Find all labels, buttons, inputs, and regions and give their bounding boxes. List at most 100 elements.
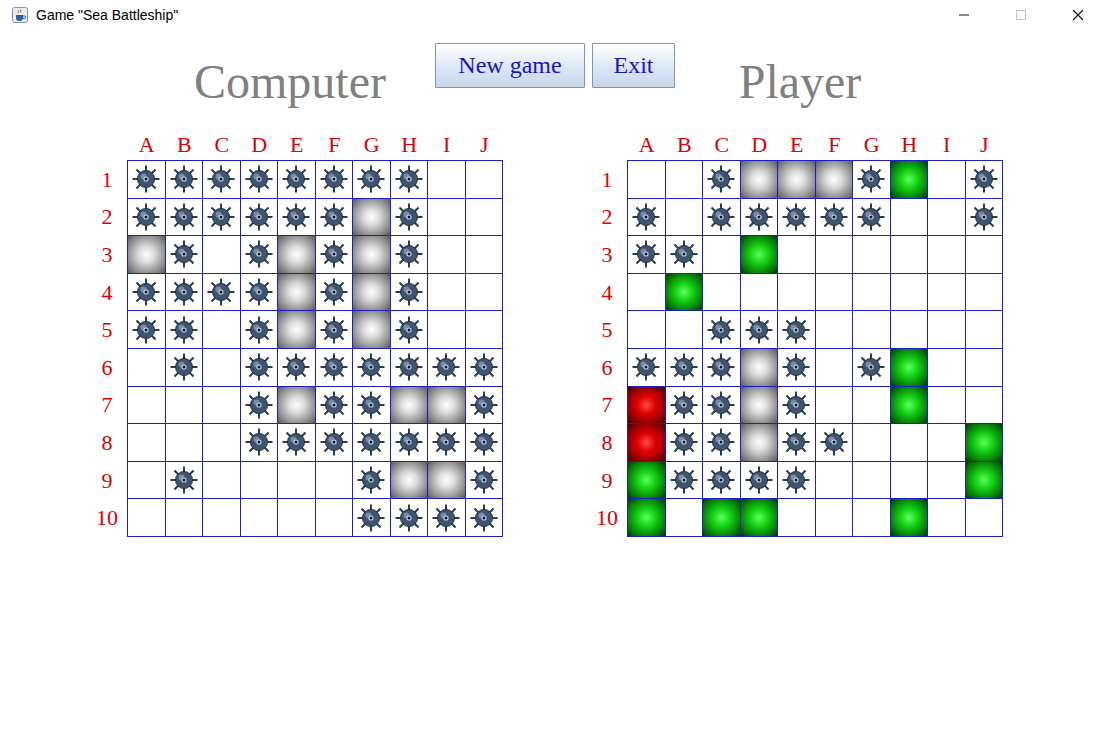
board-cell[interactable]: [778, 387, 816, 425]
board-cell[interactable]: [628, 387, 666, 425]
board-cell[interactable]: [816, 387, 854, 425]
board-cell[interactable]: [928, 424, 966, 462]
board-cell[interactable]: [928, 499, 966, 537]
board-cell[interactable]: [816, 311, 854, 349]
board-cell[interactable]: [741, 462, 779, 500]
board-cell[interactable]: [703, 274, 741, 312]
board-cell[interactable]: [166, 462, 204, 500]
board-cell[interactable]: [428, 349, 466, 387]
board-cell[interactable]: [166, 424, 204, 462]
board-cell[interactable]: [741, 349, 779, 387]
board-cell[interactable]: [928, 274, 966, 312]
board-cell[interactable]: [666, 236, 704, 274]
board-cell[interactable]: [166, 499, 204, 537]
game-button[interactable]: Exit: [592, 43, 675, 88]
board-cell[interactable]: [703, 236, 741, 274]
board-cell[interactable]: [628, 236, 666, 274]
board-cell[interactable]: [391, 499, 429, 537]
board-cell[interactable]: [428, 236, 466, 274]
board-cell[interactable]: [241, 387, 279, 425]
board-cell[interactable]: [353, 274, 391, 312]
board-cell[interactable]: [853, 236, 891, 274]
board-cell[interactable]: [391, 349, 429, 387]
board-cell[interactable]: [628, 311, 666, 349]
board-cell[interactable]: [316, 462, 354, 500]
board-cell[interactable]: [628, 349, 666, 387]
board-cell[interactable]: [628, 424, 666, 462]
board-cell[interactable]: [128, 199, 166, 237]
board-cell[interactable]: [703, 311, 741, 349]
board-cell[interactable]: [853, 462, 891, 500]
board-cell[interactable]: [241, 311, 279, 349]
board-cell[interactable]: [928, 199, 966, 237]
board-cell[interactable]: [166, 311, 204, 349]
board-cell[interactable]: [203, 387, 241, 425]
board-cell[interactable]: [128, 311, 166, 349]
board-cell[interactable]: [391, 274, 429, 312]
board-cell[interactable]: [166, 274, 204, 312]
board-cell[interactable]: [666, 349, 704, 387]
board-cell[interactable]: [316, 274, 354, 312]
board-cell[interactable]: [278, 161, 316, 199]
board-cell[interactable]: [128, 274, 166, 312]
board-cell[interactable]: [353, 462, 391, 500]
board-cell[interactable]: [203, 499, 241, 537]
board-cell[interactable]: [703, 462, 741, 500]
board-cell[interactable]: [853, 349, 891, 387]
board-cell[interactable]: [391, 199, 429, 237]
board-cell[interactable]: [741, 274, 779, 312]
board-cell[interactable]: [666, 424, 704, 462]
board-cell[interactable]: [241, 349, 279, 387]
board-cell[interactable]: [891, 274, 929, 312]
board-cell[interactable]: [853, 424, 891, 462]
board-cell[interactable]: [278, 387, 316, 425]
board-cell[interactable]: [928, 349, 966, 387]
board-cell[interactable]: [128, 424, 166, 462]
board-cell[interactable]: [966, 236, 1004, 274]
board-cell[interactable]: [628, 274, 666, 312]
board-cell[interactable]: [891, 387, 929, 425]
board-cell[interactable]: [241, 462, 279, 500]
board-cell[interactable]: [891, 424, 929, 462]
board-cell[interactable]: [778, 349, 816, 387]
board-cell[interactable]: [628, 499, 666, 537]
board-cell[interactable]: [316, 499, 354, 537]
board-cell[interactable]: [241, 424, 279, 462]
board-cell[interactable]: [778, 161, 816, 199]
board-cell[interactable]: [891, 311, 929, 349]
board-cell[interactable]: [928, 236, 966, 274]
board-cell[interactable]: [428, 387, 466, 425]
board-cell[interactable]: [316, 387, 354, 425]
board-cell[interactable]: [316, 161, 354, 199]
board-cell[interactable]: [316, 199, 354, 237]
board-cell[interactable]: [703, 199, 741, 237]
board-cell[interactable]: [778, 199, 816, 237]
board-cell[interactable]: [128, 236, 166, 274]
board-cell[interactable]: [891, 236, 929, 274]
board-cell[interactable]: [428, 199, 466, 237]
board-cell[interactable]: [203, 349, 241, 387]
board-cell[interactable]: [816, 499, 854, 537]
board-cell[interactable]: [316, 349, 354, 387]
board-cell[interactable]: [703, 499, 741, 537]
board-cell[interactable]: [166, 236, 204, 274]
board-cell[interactable]: [203, 236, 241, 274]
board-cell[interactable]: [891, 349, 929, 387]
board-cell[interactable]: [466, 199, 504, 237]
board-cell[interactable]: [741, 311, 779, 349]
board-cell[interactable]: [466, 236, 504, 274]
board-cell[interactable]: [391, 236, 429, 274]
board-cell[interactable]: [466, 424, 504, 462]
close-button[interactable]: [1049, 0, 1106, 30]
board-cell[interactable]: [128, 161, 166, 199]
board-cell[interactable]: [703, 387, 741, 425]
board-cell[interactable]: [428, 161, 466, 199]
board-cell[interactable]: [278, 424, 316, 462]
board-cell[interactable]: [128, 462, 166, 500]
board-cell[interactable]: [741, 199, 779, 237]
board-cell[interactable]: [778, 499, 816, 537]
board-cell[interactable]: [703, 349, 741, 387]
board-cell[interactable]: [666, 499, 704, 537]
board-cell[interactable]: [391, 387, 429, 425]
board-cell[interactable]: [816, 424, 854, 462]
